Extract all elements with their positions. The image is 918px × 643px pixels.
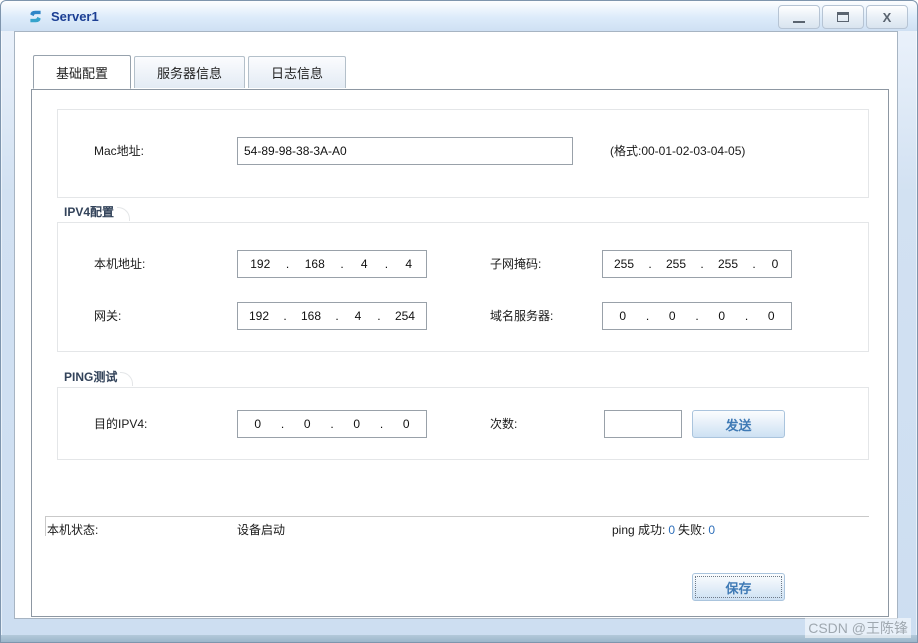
- dest-octet-1: 0: [254, 417, 262, 431]
- minimize-button[interactable]: [778, 5, 820, 29]
- close-button[interactable]: X: [866, 5, 908, 29]
- ip-dot: .: [744, 309, 749, 323]
- mac-address-label: Mac地址:: [94, 144, 145, 158]
- tab-server-info[interactable]: 服务器信息: [134, 56, 246, 88]
- host-octet-1: 192: [250, 257, 271, 271]
- ip-dot: .: [379, 417, 384, 431]
- minimize-icon: [793, 20, 805, 23]
- gateway-octet-2: 168: [300, 309, 322, 323]
- ip-dot: .: [280, 417, 285, 431]
- ip-dot: .: [335, 309, 339, 323]
- tab-basic-config[interactable]: 基础配置: [33, 55, 132, 89]
- ip-dot: .: [384, 257, 389, 271]
- tab-basic-config-label: 基础配置: [56, 65, 109, 81]
- ping-statistics: ping 成功: 0 失败: 0: [612, 522, 718, 538]
- ipv4-groupbox: [57, 222, 869, 352]
- dns-octet-1: 0: [619, 309, 627, 323]
- watermark-text: CSDN @王陈锋: [805, 618, 911, 638]
- host-octet-3: 4: [360, 257, 368, 271]
- ipv4-group-title: IPV4配置: [62, 204, 131, 221]
- dest-octet-4: 0: [402, 417, 410, 431]
- gateway-input[interactable]: 192. 168. 4. 254: [237, 302, 427, 330]
- tab-log-info-label: 日志信息: [271, 66, 324, 81]
- host-octet-2: 168: [304, 257, 325, 271]
- host-address-label: 本机地址:: [94, 257, 146, 271]
- subnet-mask-label: 子网掩码:: [490, 257, 542, 271]
- ip-dot: .: [752, 257, 756, 271]
- window-controls: X: [778, 5, 908, 29]
- host-octet-4: 4: [405, 257, 413, 271]
- server-device-icon: [30, 10, 41, 23]
- ip-dot: .: [283, 309, 287, 323]
- mask-octet-2: 255: [665, 257, 687, 271]
- ping-group-title: PING测试: [62, 369, 134, 386]
- host-address-input[interactable]: 192. 168. 4. 4: [237, 250, 427, 278]
- status-divider-tick: [45, 516, 46, 536]
- gateway-label: 网关:: [94, 309, 122, 323]
- maximize-button[interactable]: [822, 5, 864, 29]
- gateway-octet-1: 192: [248, 309, 270, 323]
- dns-server-label: 域名服务器:: [490, 309, 554, 323]
- save-button[interactable]: 保存: [692, 573, 785, 601]
- tab-log-info[interactable]: 日志信息: [248, 56, 347, 88]
- ping-dest-input[interactable]: 0. 0. 0. 0: [237, 410, 427, 438]
- dns-server-input[interactable]: 0. 0. 0. 0: [602, 302, 792, 330]
- subnet-mask-input[interactable]: 255. 255. 255. 0: [602, 250, 792, 278]
- ip-dot: .: [377, 309, 381, 323]
- window-bottom-border: [1, 635, 917, 642]
- send-button[interactable]: 发送: [692, 410, 785, 438]
- ping-success-value: 0: [668, 523, 676, 537]
- dest-octet-2: 0: [303, 417, 311, 431]
- ping-count-label: 次数:: [490, 417, 518, 431]
- dns-octet-2: 0: [668, 309, 676, 323]
- ping-success-label: ping 成功:: [612, 523, 666, 537]
- ping-dest-label: 目的IPV4:: [94, 417, 148, 431]
- ip-dot: .: [645, 309, 650, 323]
- dest-octet-3: 0: [353, 417, 361, 431]
- gateway-octet-4: 254: [394, 309, 415, 323]
- mac-address-input[interactable]: [237, 137, 573, 165]
- ping-fail-label: 失败:: [678, 523, 706, 537]
- ping-fail-value: 0: [708, 523, 716, 537]
- ping-count-input[interactable]: [604, 410, 682, 438]
- tab-server-info-label: 服务器信息: [157, 66, 223, 81]
- basic-config-pane: Mac地址: (格式:00-01-02-03-04-05) IPV4配置 本机地…: [31, 89, 889, 617]
- dns-octet-4: 0: [767, 309, 775, 323]
- status-divider: [45, 516, 869, 517]
- mask-octet-3: 255: [717, 257, 739, 271]
- title-bar[interactable]: Server1 X: [1, 1, 917, 31]
- mask-octet-1: 255: [613, 257, 635, 271]
- gateway-octet-3: 4: [354, 309, 362, 323]
- ip-dot: .: [330, 417, 334, 431]
- host-status-value: 设备启动: [237, 523, 286, 537]
- mac-format-hint: (格式:00-01-02-03-04-05): [610, 144, 746, 158]
- server-config-window: Server1 X 基础配置 服务器信息 日志信息 Mac地址: (格式:00-…: [0, 0, 918, 643]
- save-button-label: 保存: [725, 580, 752, 596]
- ip-dot: .: [700, 257, 704, 271]
- close-icon: X: [882, 9, 892, 25]
- window-title: Server1: [51, 9, 99, 24]
- ip-dot: .: [285, 257, 290, 271]
- dns-octet-3: 0: [718, 309, 726, 323]
- host-status-label: 本机状态:: [47, 523, 99, 537]
- send-button-label: 发送: [725, 417, 752, 433]
- ip-dot: .: [340, 257, 344, 271]
- tab-bar: 基础配置 服务器信息 日志信息: [33, 55, 349, 89]
- ip-dot: .: [648, 257, 652, 271]
- maximize-icon: [837, 12, 849, 22]
- ip-dot: .: [695, 309, 699, 323]
- mask-octet-4: 0: [771, 257, 779, 271]
